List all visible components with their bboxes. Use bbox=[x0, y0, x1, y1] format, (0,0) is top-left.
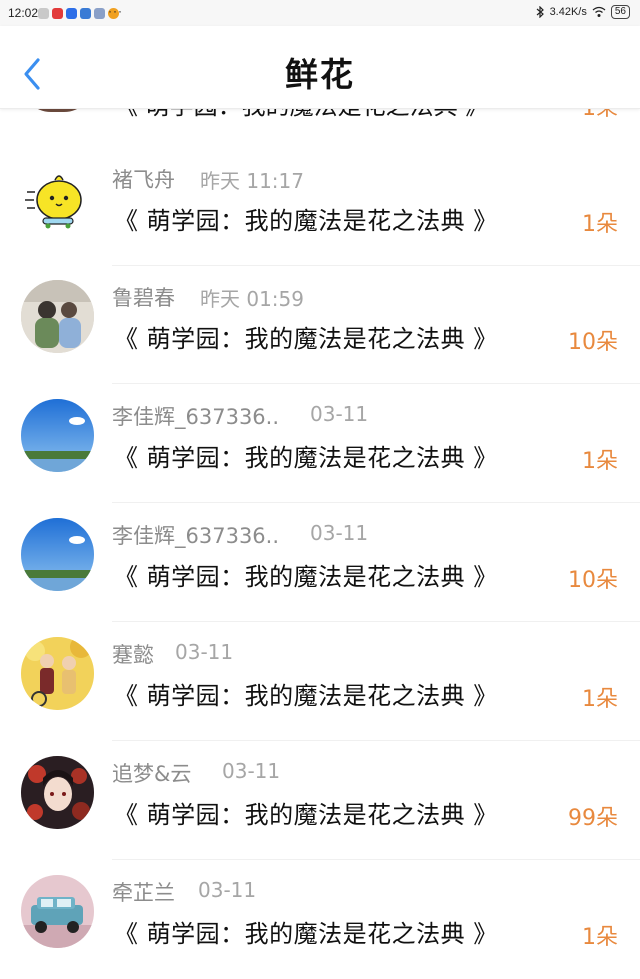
app-notification-icon bbox=[66, 8, 77, 19]
book-title: 《 萌学园：我的魔法是花之法典 》 bbox=[114, 682, 498, 710]
list-item[interactable]: 李佳辉_637336.. 03-11 《 萌学园：我的魔法是花之法典 》 1朵 bbox=[0, 385, 640, 503]
wifi-icon bbox=[592, 6, 606, 18]
anime-girl-avatar bbox=[21, 756, 94, 829]
more-notifications-indicator: ··· bbox=[108, 4, 123, 18]
book-title: 《 萌学园：我的魔法是花之法典 》 bbox=[114, 801, 498, 829]
yellow-chick-avatar bbox=[21, 162, 94, 235]
book-title: 《 萌学园：我的魔法是花之法典 》 bbox=[114, 444, 498, 472]
user-name: 鲁碧春 bbox=[112, 286, 175, 310]
book-title: 《 萌学园：我的魔法是花之法典 》 bbox=[114, 920, 498, 948]
list-item[interactable]: 蹇懿 03-11 《 萌学园：我的魔法是花之法典 》 1朵 bbox=[0, 623, 640, 741]
gift-time: 03-11 bbox=[198, 878, 257, 902]
flower-count: 1朵 bbox=[582, 212, 618, 237]
list-item[interactable]: 鲁碧春 昨天 01:59 《 萌学园：我的魔法是花之法典 》 10朵 bbox=[0, 266, 640, 384]
list-item[interactable]: 褚飞舟 昨天 11:17 《 萌学园：我的魔法是花之法典 》 1朵 bbox=[0, 148, 640, 266]
sky-landscape-avatar bbox=[21, 518, 94, 591]
app-notification-icon bbox=[52, 8, 63, 19]
divider bbox=[112, 621, 640, 622]
user-name: 追梦&云 bbox=[112, 762, 192, 786]
app-notification-icon bbox=[94, 8, 105, 19]
page-title: 鲜花 bbox=[285, 55, 355, 94]
blue-car-avatar bbox=[21, 875, 94, 948]
gift-time: 03-11 bbox=[222, 759, 281, 783]
list-item[interactable]: 李佳辉_637336.. 03-11 《 萌学园：我的魔法是花之法典 》 10朵 bbox=[0, 504, 640, 622]
list-item[interactable]: 追梦&云 03-11 《 萌学园：我的魔法是花之法典 》 99朵 bbox=[0, 742, 640, 860]
book-title: 《 萌学园：我的魔法是花之法典 》 bbox=[114, 563, 498, 591]
gift-time: 03-11 bbox=[310, 402, 369, 426]
couple-photo-avatar bbox=[21, 280, 94, 353]
divider bbox=[112, 502, 640, 503]
divider bbox=[112, 859, 640, 860]
user-name: 褚飞舟 bbox=[112, 168, 175, 192]
flower-count: 10朵 bbox=[568, 330, 618, 355]
battery-indicator: 56 bbox=[610, 5, 630, 19]
user-name: 牵芷兰 bbox=[112, 881, 175, 905]
book-title: 《 萌学园：我的魔法是花之法典 》 bbox=[114, 325, 498, 353]
gift-time: 昨天 01:59 bbox=[200, 287, 304, 311]
flower-count: 1朵 bbox=[582, 449, 618, 474]
user-name: 李佳辉_637336.. bbox=[112, 524, 280, 548]
network-speed: 3.42K/s bbox=[549, 6, 587, 18]
divider bbox=[112, 383, 640, 384]
anime-couple-avatar bbox=[21, 637, 94, 710]
user-name: 李佳辉_637336.. bbox=[112, 405, 280, 429]
app-notification-icon bbox=[38, 8, 49, 19]
gift-time: 03-11 bbox=[175, 640, 234, 664]
nav-header: 鲜花 bbox=[0, 26, 640, 109]
flower-count: 1朵 bbox=[582, 687, 618, 712]
list-item[interactable]: 牵芷兰 03-11 《 萌学园：我的魔法是花之法典 》 1朵 bbox=[0, 861, 640, 979]
flower-count: 10朵 bbox=[568, 568, 618, 593]
notification-icons bbox=[38, 8, 119, 19]
flower-count: 1朵 bbox=[582, 925, 618, 950]
status-time: 12:02 bbox=[8, 6, 39, 20]
bluetooth-icon bbox=[536, 5, 545, 19]
book-title: 《 萌学园：我的魔法是花之法典 》 bbox=[114, 207, 498, 235]
gift-time: 昨天 11:17 bbox=[200, 169, 304, 193]
gift-time: 03-11 bbox=[310, 521, 369, 545]
app-notification-icon bbox=[80, 8, 91, 19]
divider bbox=[112, 740, 640, 741]
status-bar: 12:02 ··· 3.42K/s 56 bbox=[0, 0, 640, 26]
sky-landscape-avatar bbox=[21, 399, 94, 472]
flower-count: 99朵 bbox=[568, 806, 618, 831]
user-name: 蹇懿 bbox=[112, 643, 154, 667]
